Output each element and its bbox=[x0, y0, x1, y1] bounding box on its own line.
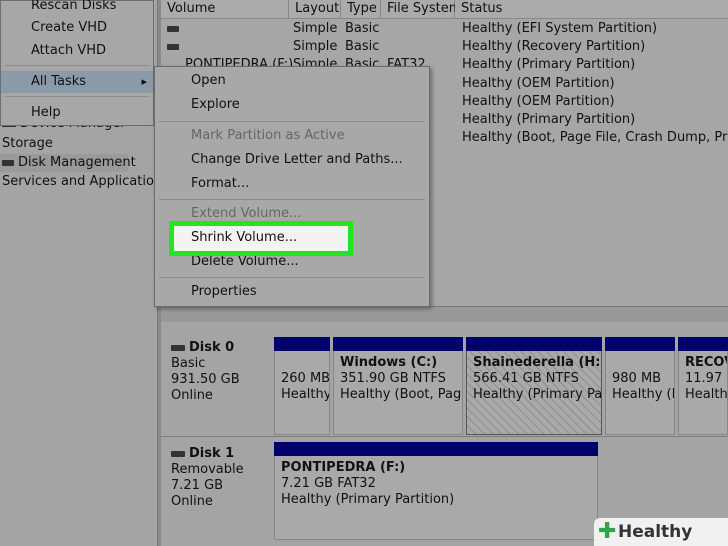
column-header-volume[interactable]: Volume bbox=[161, 0, 289, 19]
tree-item-storage[interactable]: Storage bbox=[0, 135, 53, 153]
table-cell: Basic bbox=[345, 21, 380, 36]
disk-0-label: Disk 0 Basic 931.50 GB Online bbox=[171, 340, 240, 403]
menu-separator bbox=[159, 121, 425, 122]
plus-logo-icon: ✚ bbox=[598, 519, 617, 544]
column-header-status[interactable]: Status bbox=[455, 0, 728, 19]
tree-item-disk-management[interactable]: Disk Management bbox=[0, 154, 136, 172]
table-cell: Simple bbox=[293, 39, 338, 54]
watermark: ✚ Healthy Living bbox=[594, 518, 728, 546]
table-cell: Healthy (Boot, Page File, Crash Dump, Pr… bbox=[462, 130, 728, 145]
menu-item-help[interactable]: Help bbox=[1, 102, 153, 124]
disk-drive-icon bbox=[2, 159, 14, 166]
table-cell: Healthy (Recovery Partition) bbox=[462, 39, 646, 54]
menu-item-rescan-disks[interactable]: Rescan Disks bbox=[1, 0, 153, 17]
partition-block[interactable]: RECOVE11.97 GHealthy bbox=[678, 337, 728, 435]
menu-item-change-drive-letter[interactable]: Change Drive Letter and Paths... bbox=[155, 148, 429, 172]
partition-block[interactable]: 260 MB Healthy bbox=[274, 337, 330, 435]
drive-icon bbox=[167, 20, 179, 38]
all-tasks-submenu: Open Explore Mark Partition as Active Ch… bbox=[154, 66, 430, 307]
column-header-file-system[interactable]: File System bbox=[381, 0, 461, 19]
menu-item-create-vhd[interactable]: Create VHD bbox=[1, 17, 153, 39]
table-cell: Simple bbox=[293, 21, 338, 36]
table-cell: Healthy (OEM Partition) bbox=[462, 94, 615, 109]
table-cell: Healthy (Primary Partition) bbox=[462, 57, 636, 72]
divider bbox=[161, 436, 728, 437]
menu-separator bbox=[5, 96, 149, 97]
table-cell: Healthy (Primary Partition) bbox=[462, 112, 636, 127]
disk-icon bbox=[171, 450, 185, 457]
menu-separator bbox=[159, 277, 425, 278]
menu-item-shrink-volume[interactable]: Shrink Volume... bbox=[191, 228, 297, 248]
menu-item-open[interactable]: Open bbox=[155, 69, 429, 93]
tree-item-services[interactable]: Services and Applications bbox=[0, 173, 169, 191]
horizontal-scrollbar[interactable] bbox=[161, 306, 728, 322]
disk-map: Disk 0 Basic 931.50 GB Online 260 MB Heal… bbox=[161, 322, 728, 546]
menu-item-properties[interactable]: Properties bbox=[155, 280, 429, 304]
menu-item-mark-active[interactable]: Mark Partition as Active bbox=[155, 124, 429, 148]
table-cell: Healthy (OEM Partition) bbox=[462, 76, 615, 91]
disk-icon bbox=[171, 344, 185, 351]
menu-item-explore[interactable]: Explore bbox=[155, 93, 429, 117]
submenu-arrow-icon: ▸ bbox=[141, 75, 147, 88]
drive-icon bbox=[167, 38, 179, 56]
column-header-type[interactable]: Type bbox=[341, 0, 381, 19]
menu-item-all-tasks[interactable]: All Tasks ▸ bbox=[1, 71, 153, 93]
disk-1-label: Disk 1 Removable 7.21 GB Online bbox=[171, 446, 244, 509]
table-cell: Basic bbox=[345, 39, 380, 54]
menu-separator bbox=[5, 65, 149, 66]
column-header-layout[interactable]: Layout bbox=[289, 0, 341, 19]
menu-item-attach-vhd[interactable]: Attach VHD bbox=[1, 40, 153, 62]
partition-block-selected[interactable]: Shainederella (H:) 566.41 GB NTFS Healthy … bbox=[466, 337, 602, 435]
table-cell: Healthy (EFI System Partition) bbox=[462, 21, 658, 36]
action-menu: Rescan Disks Create VHD Attach VHD All T… bbox=[0, 0, 154, 126]
menu-separator bbox=[159, 199, 425, 200]
partition-block[interactable]: Windows (C:) 351.90 GB NTFS Healthy (Boot,… bbox=[333, 337, 463, 435]
partition-block[interactable]: 980 MB Healthy (I bbox=[605, 337, 675, 435]
menu-item-format[interactable]: Format... bbox=[155, 172, 429, 196]
partition-block[interactable]: PONTIPEDRA (F:) 7.21 GB FAT32 Healthy (Pri… bbox=[274, 442, 598, 540]
